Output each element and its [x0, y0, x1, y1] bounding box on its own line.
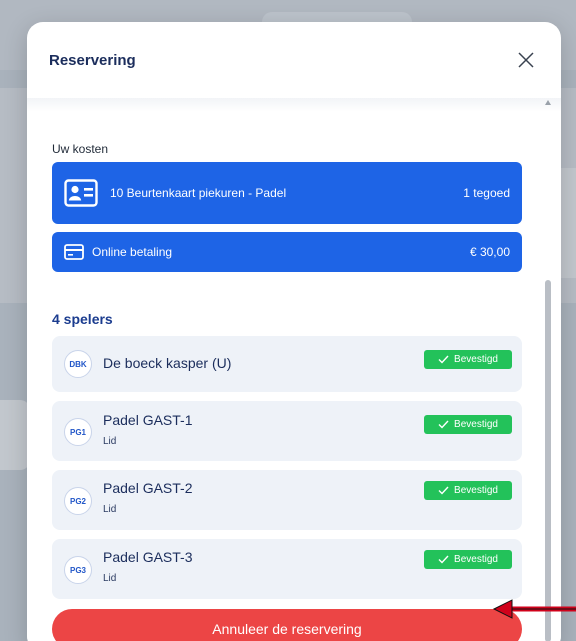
status-badge: Bevestigd — [424, 350, 512, 369]
avatar: PG1 — [64, 418, 92, 446]
background-card — [0, 400, 30, 470]
status-label: Bevestigd — [454, 485, 498, 496]
avatar: PG3 — [64, 556, 92, 584]
modal-body: Uw kosten 10 Beurtenkaart piekuren - Pad… — [27, 98, 561, 641]
player-item: PG1 Padel GAST-1 Lid Bevestigd — [52, 401, 522, 461]
player-name: Padel GAST-3 — [103, 549, 193, 565]
scrollbar-thumb[interactable] — [545, 280, 551, 641]
status-badge: Bevestigd — [424, 481, 512, 500]
players-title: 4 spelers — [52, 311, 113, 327]
check-icon — [438, 355, 449, 364]
status-label: Bevestigd — [454, 354, 498, 365]
costs-label: Uw kosten — [52, 142, 109, 156]
cost-item-amount: € 30,00 — [469, 245, 510, 259]
player-name: De boeck kasper (U) — [103, 355, 232, 371]
annotation-arrow-icon — [492, 599, 576, 619]
avatar: DBK — [64, 350, 92, 378]
cost-item-amount: 1 tegoed — [463, 186, 510, 200]
player-item: PG2 Padel GAST-2 Lid Bevestigd — [52, 470, 522, 530]
cost-item-online-payment: Online betaling € 30,00 — [52, 232, 522, 272]
reservation-modal: Reservering Uw kosten 10 Beurtenkaart pi… — [27, 22, 561, 641]
player-item: PG3 Padel GAST-3 Lid Bevestigd — [52, 539, 522, 599]
cancel-reservation-button[interactable]: Annuleer de reservering — [52, 609, 522, 641]
close-button[interactable] — [513, 47, 539, 73]
check-icon — [438, 555, 449, 564]
player-role: Lid — [103, 573, 117, 584]
credit-card-icon — [64, 244, 84, 260]
player-item: DBK De boeck kasper (U) Bevestigd — [52, 336, 522, 392]
scroll-up-arrow-icon[interactable] — [545, 100, 551, 105]
cost-item-label: Online betaling — [92, 245, 173, 259]
cost-item-punch-card: 10 Beurtenkaart piekuren - Padel 1 tegoe… — [52, 162, 522, 224]
status-label: Bevestigd — [454, 554, 498, 565]
status-badge: Bevestigd — [424, 415, 512, 434]
modal-header: Reservering — [27, 22, 561, 98]
player-name: Padel GAST-2 — [103, 480, 193, 496]
status-label: Bevestigd — [454, 419, 498, 430]
status-badge: Bevestigd — [424, 550, 512, 569]
check-icon — [438, 486, 449, 495]
close-icon — [518, 52, 534, 68]
cost-item-label: 10 Beurtenkaart piekuren - Padel — [110, 186, 287, 200]
player-role: Lid — [103, 504, 117, 515]
id-card-icon — [64, 179, 98, 207]
modal-title: Reservering — [49, 51, 136, 69]
player-name: Padel GAST-1 — [103, 412, 193, 428]
check-icon — [438, 420, 449, 429]
scrollbar[interactable] — [545, 100, 551, 641]
avatar: PG2 — [64, 487, 92, 515]
player-role: Lid — [103, 436, 117, 447]
